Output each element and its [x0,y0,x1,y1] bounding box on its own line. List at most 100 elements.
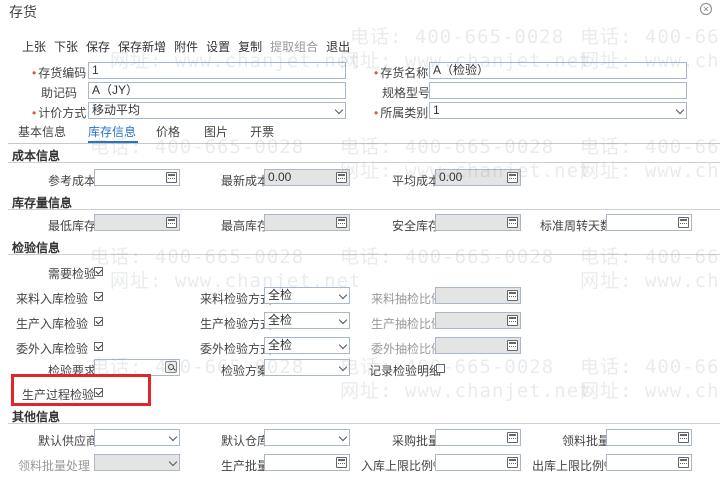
category-label-text: 所属类别 [380,106,429,120]
production-inspection-checkbox[interactable] [94,317,103,326]
purchase-batch-field[interactable] [435,429,521,446]
production-method-value: 全检 [268,313,293,327]
outsource-ratio-label: 委外抽检比例 [371,342,444,356]
incoming-method-value: 全检 [268,288,293,302]
inbound-limit-field[interactable] [435,454,521,471]
chevron-down-icon [168,457,178,467]
copy-button[interactable]: 复制 [234,38,266,56]
incoming-inspection-label: 来料入库检验 [16,292,89,306]
watermark-phone: 电话: 400-665-0028 [580,26,720,48]
search-icon[interactable] [165,361,177,373]
chevron-down-icon [338,315,348,325]
tab-price[interactable]: 价格 [156,124,180,140]
calculator-icon[interactable] [678,432,689,443]
category-value: 1 [433,103,440,117]
production-method-select[interactable]: 全检 [264,312,350,329]
default-supplier-label: 默认供应商 [38,434,99,448]
pricing-value: 移动平均 [92,103,141,117]
outsource-inspection-label: 委外入库检验 [16,342,89,356]
tab-basic-info[interactable]: 基本信息 [18,124,66,140]
incoming-method-select[interactable]: 全检 [264,287,350,304]
required-mark: • [32,106,37,120]
calculator-icon [336,172,347,183]
ref-cost-field[interactable] [94,169,180,186]
outsource-method-value: 全检 [268,338,293,352]
outbound-limit-field[interactable] [606,454,692,471]
incoming-inspection-checkbox[interactable] [94,292,103,301]
turnover-days-label: 标准周转天数 [540,219,613,233]
name-label-text: 存货名称 [380,66,429,80]
outsource-method-select[interactable]: 全检 [264,337,350,354]
default-supplier-select[interactable] [94,429,180,446]
watermark-phone: 电话: 400-665-0028 [580,136,720,158]
default-warehouse-select[interactable] [264,429,350,446]
chevron-down-icon [338,362,348,372]
calculator-icon[interactable] [678,457,689,468]
next-button[interactable]: 下张 [50,38,82,56]
spec-label: 规格型号 [382,86,431,100]
outbound-limit-label: 出库上限比例% [532,459,615,473]
close-icon[interactable]: × [700,3,712,15]
toolbar: 上张 下张 保存 保存新增 附件 设置 复制 提取组合 退出 [18,38,354,56]
pricing-label: • 计价方式 [32,104,86,121]
production-batch-field[interactable] [264,454,350,471]
calculator-icon[interactable] [166,172,177,183]
inspection-plan-label: 检验方案 [221,364,270,378]
exit-button[interactable]: 退出 [322,38,354,56]
settings-button[interactable]: 设置 [202,38,234,56]
calculator-icon [507,172,518,183]
min-stock-label: 最低库存 [48,219,97,233]
extract-combo-button[interactable]: 提取组合 [266,38,322,56]
calculator-icon[interactable] [507,457,518,468]
turnover-days-field[interactable] [606,214,692,231]
watermark-url: 网址: www.chanjet.net [340,380,592,402]
save-button[interactable]: 保存 [82,38,114,56]
inspection-plan-select[interactable] [264,359,350,376]
calculator-icon [507,340,518,351]
spec-field[interactable] [429,82,687,99]
calculator-icon[interactable] [678,217,689,228]
watermark-phone: 电话: 400-665-0028 [340,136,555,158]
latest-cost-value: 0.00 [268,170,292,184]
attachment-button[interactable]: 附件 [170,38,202,56]
window-titlebar: 存货 × [0,0,720,22]
window-title: 存货 [9,4,37,20]
avg-cost-value: 0.00 [439,170,463,184]
highlight-annotation [11,374,151,406]
chevron-down-icon [675,105,685,115]
category-select[interactable]: 1 [429,102,687,119]
production-ratio-label: 生产抽检比例 [371,317,444,331]
tab-images[interactable]: 图片 [204,124,228,140]
need-inspection-checkbox[interactable] [94,267,103,276]
watermark-phone: 电话: 400-665-0028 [580,246,720,268]
watermark-phone: 电话: 400-665-0028 [90,246,305,268]
avg-cost-field: 0.00 [435,169,521,186]
prev-button[interactable]: 上张 [18,38,50,56]
calculator-icon [166,217,177,228]
calculator-icon[interactable] [507,432,518,443]
required-mark: • [374,106,379,120]
code-label-text: 存货编码 [38,66,87,80]
record-detail-checkbox[interactable] [436,364,445,373]
min-stock-field [94,214,180,231]
production-batch-label: 生产批量 [221,459,270,473]
production-method-label: 生产检验方式 [200,317,273,331]
incoming-ratio-label: 来料抽检比例 [371,292,444,306]
mnemonic-label: 助记码 [41,86,78,100]
tab-stock-info[interactable]: 库存信息 [88,124,136,140]
outsource-method-label: 委外检验方式 [200,342,273,356]
mnemonic-field[interactable]: A（JY） [88,82,346,99]
name-field[interactable]: A（检验） [429,62,687,79]
outsource-inspection-checkbox[interactable] [94,342,103,351]
max-stock-field [264,214,350,231]
chevron-down-icon [168,432,178,442]
tab-invoice[interactable]: 开票 [250,124,274,140]
tab-bar: 基本信息 库存信息 价格 图片 开票 [18,124,274,140]
picking-batch-field[interactable] [606,429,692,446]
save-new-button[interactable]: 保存新增 [114,38,170,56]
pricing-select[interactable]: 移动平均 [88,102,346,119]
safe-stock-label: 安全库存 [392,219,441,233]
default-warehouse-label: 默认仓库 [221,434,270,448]
calculator-icon[interactable] [336,457,347,468]
code-field[interactable]: 1 [88,62,346,79]
